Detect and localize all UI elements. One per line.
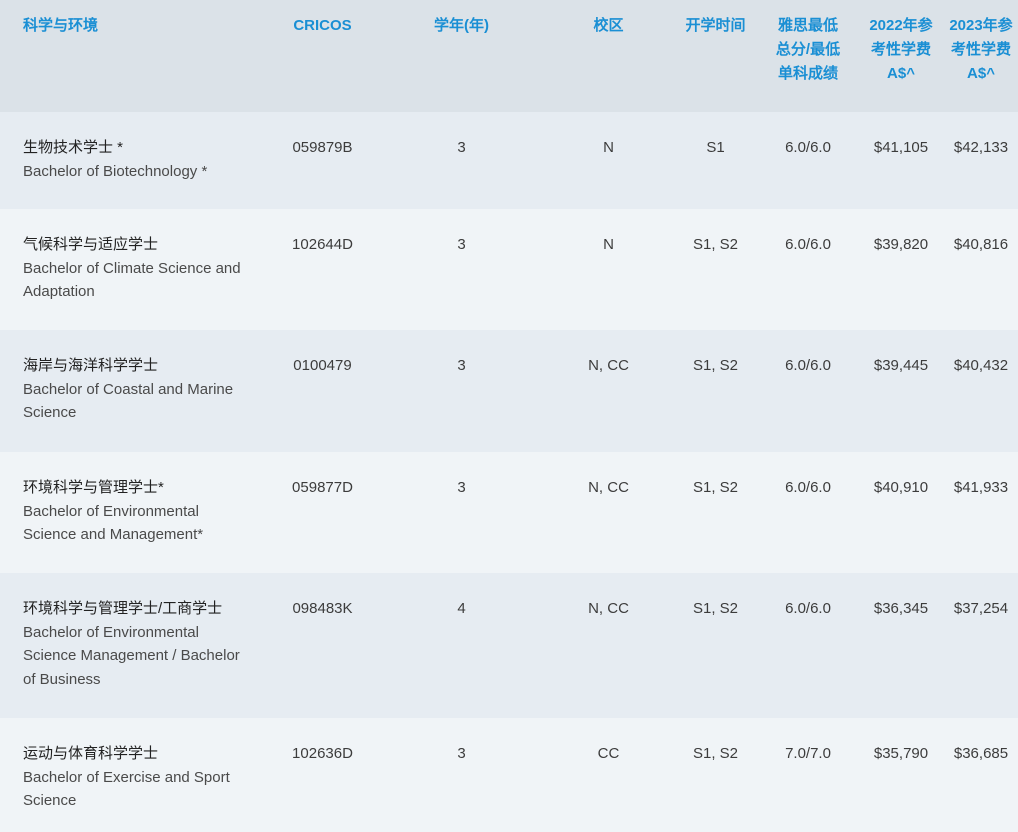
cricos-cell: 0100479: [293, 357, 352, 374]
table-row: 环境科学与管理学士/工商学士 Bachelor of Environmental…: [0, 573, 1018, 718]
campus-cell: CC: [597, 745, 620, 762]
program-name-cell: 环境科学与管理学士* Bachelor of Environmental Sci…: [0, 452, 250, 573]
program-name-cell: 气候科学与适应学士 Bachelor of Climate Science an…: [0, 209, 250, 330]
ielts-cell: 6.0/6.0: [785, 600, 831, 617]
degree-table: 科学与环境 CRICOS 学年(年) 校区 开学时间 雅思最低 总分/最低 单科…: [0, 0, 1018, 832]
years-cell: 3: [457, 745, 466, 762]
program-name-zh: 运动与体育科学学士: [23, 745, 159, 762]
fee-2022-cell: $40,910: [873, 479, 929, 496]
fee-2023-cell: $41,933: [953, 479, 1009, 496]
program-name-cell: 环境科学与管理学士/工商学士 Bachelor of Environmental…: [0, 573, 250, 718]
table-header-row: 科学与环境 CRICOS 学年(年) 校区 开学时间 雅思最低 总分/最低 单科…: [0, 0, 1018, 112]
campus-cell: N, CC: [588, 479, 629, 496]
program-name-en: Bachelor of Environmental Science and Ma…: [23, 502, 204, 544]
program-name-zh: 海岸与海洋科学学士: [23, 357, 159, 374]
intake-cell: S1, S2: [692, 479, 739, 496]
campus-cell: N, CC: [588, 600, 629, 617]
header-cricos: CRICOS: [293, 17, 352, 34]
table-row: 气候科学与适应学士 Bachelor of Climate Science an…: [0, 209, 1018, 330]
intake-cell: S1: [706, 139, 725, 156]
years-cell: 3: [457, 357, 466, 374]
header-years: 学年(年): [434, 17, 489, 34]
ielts-cell: 7.0/7.0: [785, 745, 831, 762]
program-name-zh: 气候科学与适应学士: [23, 236, 159, 253]
program-name-cell: 生物技术学士 * Bachelor of Biotechnology *: [0, 112, 250, 209]
campus-cell: N: [603, 139, 614, 156]
table-row: 生物技术学士 * Bachelor of Biotechnology * 059…: [0, 112, 1018, 209]
cricos-cell: 098483K: [292, 600, 353, 617]
header-fee-2023: 2023年参 考性学费 A$^: [949, 17, 1013, 82]
fee-2023-cell: $36,685: [953, 745, 1009, 762]
header-fee-2022: 2022年参 考性学费 A$^: [869, 17, 933, 82]
fee-2023-cell: $40,816: [953, 236, 1009, 253]
fee-2022-cell: $41,105: [873, 139, 929, 156]
years-cell: 3: [457, 479, 466, 496]
fee-2022-cell: $35,790: [873, 745, 929, 762]
fee-2023-cell: $42,133: [953, 139, 1009, 156]
fee-2023-cell: $37,254: [953, 600, 1009, 617]
intake-cell: S1, S2: [692, 236, 739, 253]
intake-cell: S1, S2: [692, 357, 739, 374]
program-name-en: Bachelor of Environmental Science Manage…: [23, 623, 240, 688]
ielts-cell: 6.0/6.0: [785, 139, 831, 156]
table-row: 环境科学与管理学士* Bachelor of Environmental Sci…: [0, 452, 1018, 573]
fee-2022-cell: $39,820: [873, 236, 929, 253]
program-name-en: Bachelor of Climate Science and Adaptati…: [23, 259, 241, 301]
years-cell: 4: [457, 600, 466, 617]
program-name-en: Bachelor of Biotechnology *: [23, 162, 208, 180]
ielts-cell: 6.0/6.0: [785, 479, 831, 496]
years-cell: 3: [457, 236, 466, 253]
program-name-zh: 生物技术学士 *: [23, 139, 124, 156]
ielts-cell: 6.0/6.0: [785, 236, 831, 253]
cricos-cell: 102636D: [292, 745, 353, 762]
table-row: 运动与体育科学学士 Bachelor of Exercise and Sport…: [0, 718, 1018, 832]
years-cell: 3: [457, 139, 466, 156]
header-campus: 校区: [593, 17, 624, 34]
program-name-cell: 海岸与海洋科学学士 Bachelor of Coastal and Marine…: [0, 330, 250, 452]
fee-2022-cell: $36,345: [873, 600, 929, 617]
cricos-cell: 059877D: [292, 479, 353, 496]
fee-2023-cell: $40,432: [953, 357, 1009, 374]
cricos-cell: 059879B: [292, 139, 353, 156]
intake-cell: S1, S2: [692, 600, 739, 617]
header-name: 科学与环境: [23, 17, 99, 34]
campus-cell: N, CC: [588, 357, 629, 374]
program-name-en: Bachelor of Exercise and Sport Science: [23, 768, 230, 810]
campus-cell: N: [603, 236, 614, 253]
table-row: 海岸与海洋科学学士 Bachelor of Coastal and Marine…: [0, 330, 1018, 452]
ielts-cell: 6.0/6.0: [785, 357, 831, 374]
header-ielts: 雅思最低 总分/最低 单科成绩: [775, 17, 841, 82]
header-intake: 开学时间: [685, 17, 746, 34]
program-name-zh: 环境科学与管理学士/工商学士: [23, 600, 223, 617]
program-name-zh: 环境科学与管理学士*: [23, 479, 164, 496]
intake-cell: S1, S2: [692, 745, 739, 762]
fee-2022-cell: $39,445: [873, 357, 929, 374]
cricos-cell: 102644D: [292, 236, 353, 253]
program-name-en: Bachelor of Coastal and Marine Science: [23, 380, 234, 422]
program-name-cell: 运动与体育科学学士 Bachelor of Exercise and Sport…: [0, 718, 250, 832]
